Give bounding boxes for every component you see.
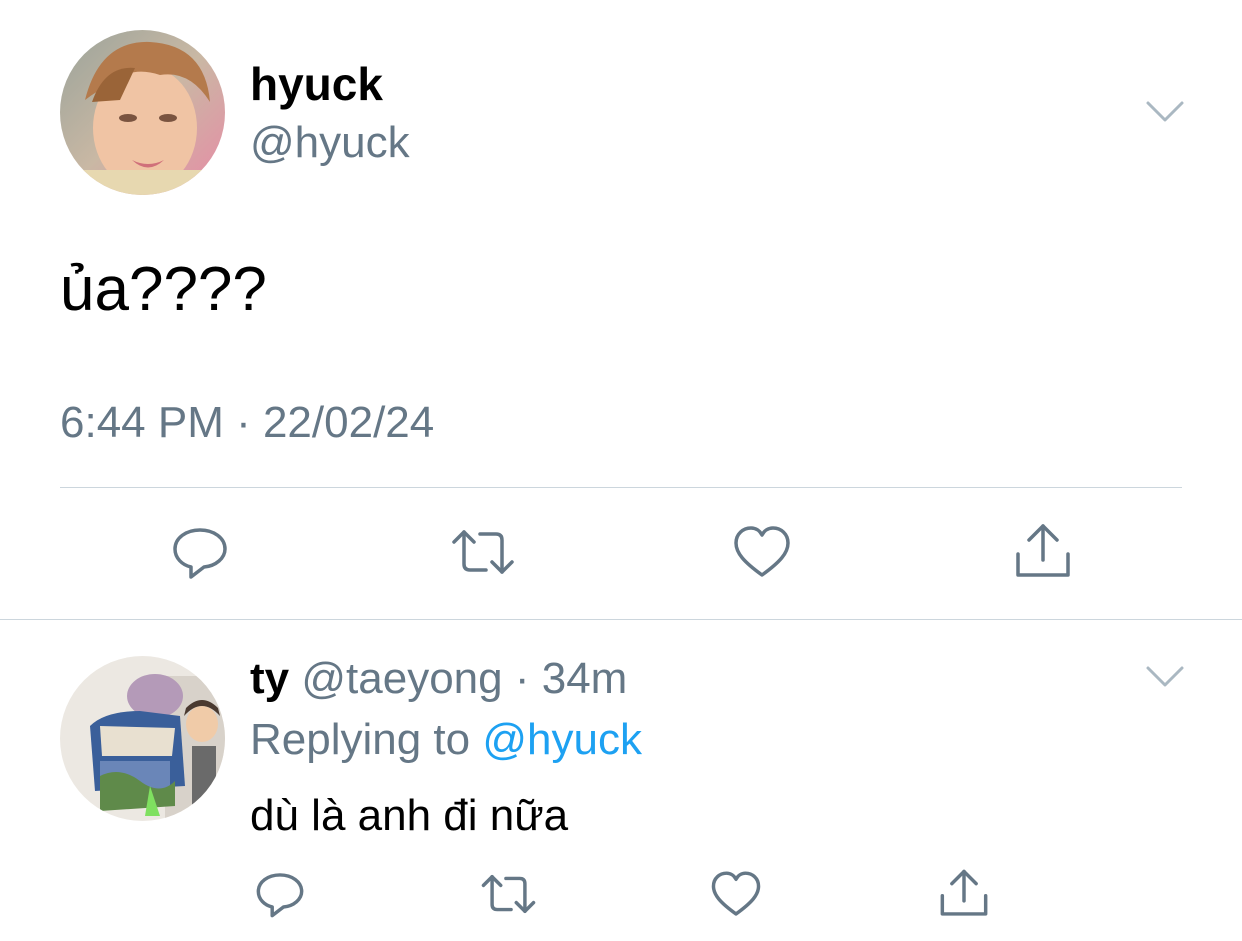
chevron-down-icon[interactable]: [1145, 98, 1185, 126]
reply-header: ty @taeyong · 34m: [250, 652, 627, 706]
tweet-text: dù là anh đi nữa: [250, 791, 569, 840]
like-icon[interactable]: [710, 868, 762, 920]
user-handle[interactable]: @hyuck: [250, 115, 410, 171]
display-name[interactable]: hyuck: [250, 56, 383, 112]
tweet-timestamp[interactable]: 6:44 PM · 22/02/24: [60, 396, 434, 450]
replying-to: Replying to @hyuck: [250, 713, 642, 767]
separator-dot: ·: [514, 654, 530, 703]
avatar[interactable]: [60, 30, 225, 195]
retweet-icon[interactable]: [480, 868, 536, 920]
chevron-down-icon[interactable]: [1145, 663, 1185, 691]
avatar[interactable]: [60, 656, 225, 821]
share-icon[interactable]: [938, 868, 990, 920]
divider: [0, 619, 1242, 620]
reply-icon[interactable]: [170, 522, 230, 582]
tweet-time[interactable]: 34m: [542, 654, 628, 703]
user-handle[interactable]: @taeyong: [301, 654, 502, 703]
divider: [60, 487, 1182, 488]
reply-icon[interactable]: [254, 868, 306, 920]
display-name[interactable]: ty: [250, 654, 289, 703]
tweet-text: ủa????: [60, 255, 267, 324]
replying-prefix: Replying to: [250, 715, 471, 764]
like-icon[interactable]: [732, 522, 792, 582]
share-icon[interactable]: [1013, 522, 1073, 582]
mention-link[interactable]: @hyuck: [482, 715, 642, 764]
retweet-icon[interactable]: [450, 522, 514, 582]
